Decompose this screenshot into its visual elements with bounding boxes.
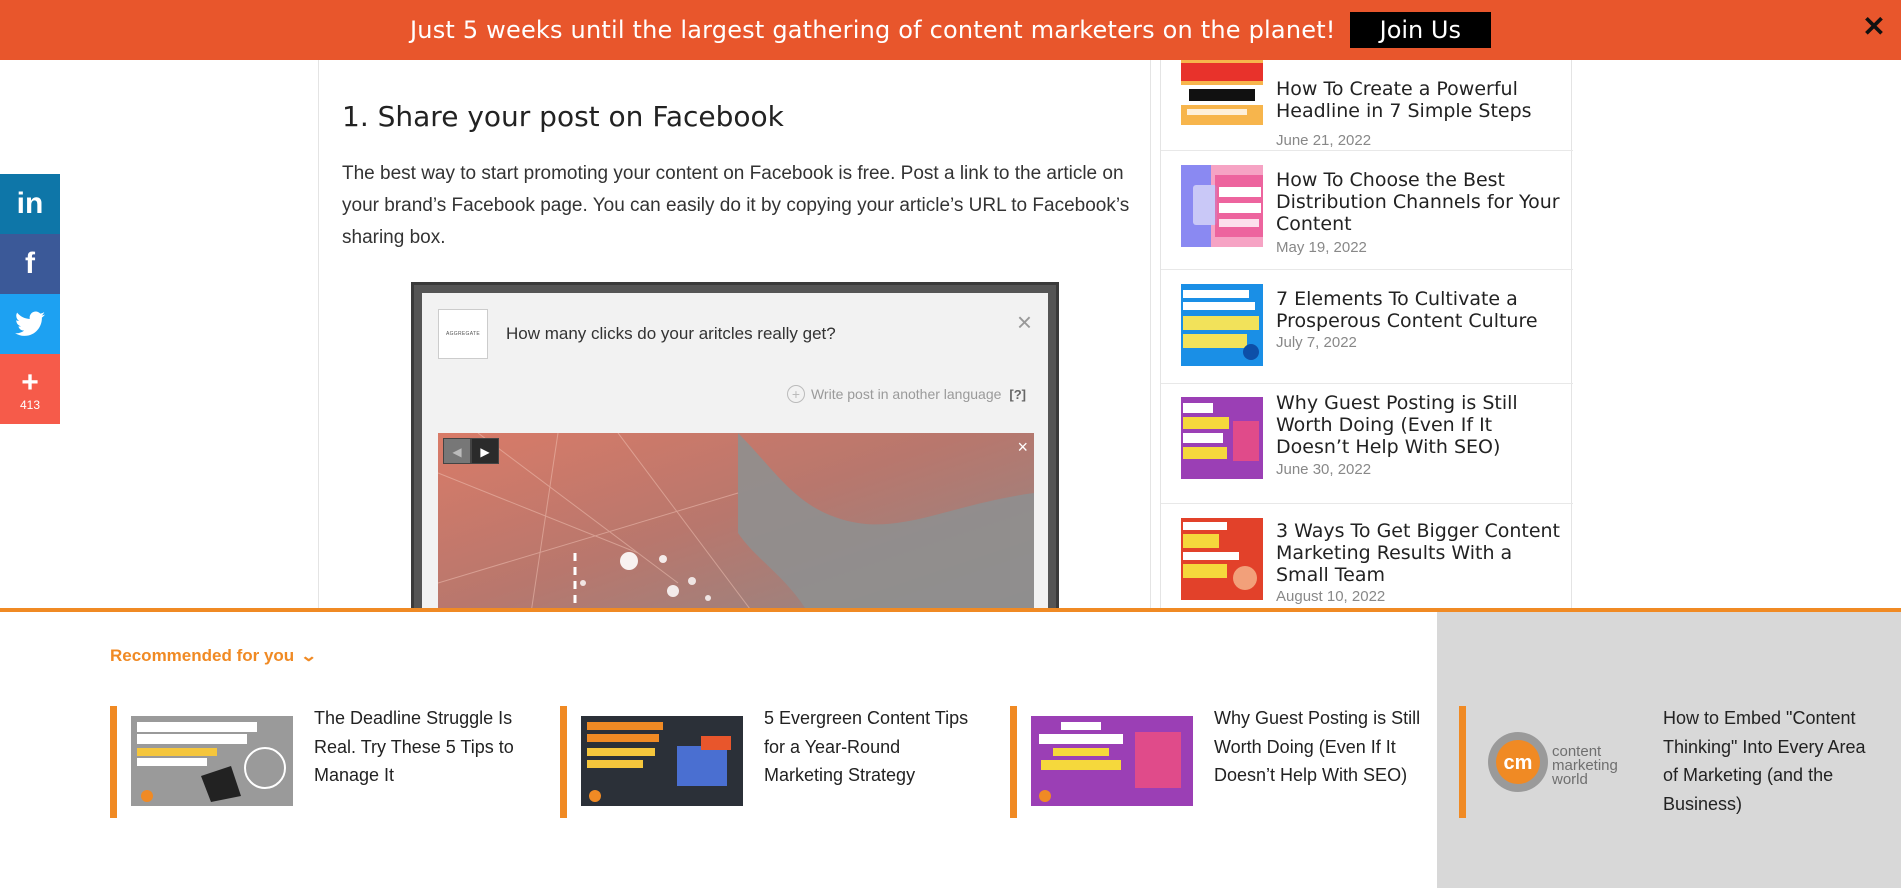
facebook-share-button[interactable]: f (0, 234, 60, 294)
post-date: July 7, 2022 (1276, 334, 1357, 351)
join-us-button[interactable]: Join Us (1349, 12, 1491, 48)
lang-link-text: Write post in another language (810, 386, 1002, 402)
close-icon: × (1016, 307, 1032, 337)
post-thumbnail[interactable] (1181, 284, 1263, 366)
evergreen-thumbnail-image (581, 716, 743, 806)
recommended-thumbnail[interactable]: cm content marketing world (1480, 716, 1642, 806)
deadline-thumbnail-image (131, 716, 293, 806)
write-in-another-language: + Write post in another language [?] (786, 385, 1026, 403)
page-logo: AGGREGATE (438, 309, 488, 359)
facebook-share-screenshot: AGGREGATE How many clicks do your aritcl… (411, 282, 1059, 622)
sidebar-post[interactable]: Why Guest Posting is Still Worth Doing (… (1161, 384, 1573, 504)
recommended-title[interactable]: How to Embed "Content Thinking" Into Eve… (1663, 704, 1873, 818)
post-title[interactable]: Why Guest Posting is Still Worth Doing (… (1276, 392, 1561, 458)
close-icon: × (1017, 437, 1028, 457)
city-map-image (438, 433, 1034, 619)
culture-thumbnail-image (1181, 284, 1263, 366)
page: 1. Share your post on Facebook The best … (0, 0, 1901, 888)
sidebar-post[interactable]: 3 Ways To Get Bigger Content Marketing R… (1161, 504, 1573, 610)
logo-wordmark-line3: world (1551, 771, 1588, 788)
link-preview-image: ◀ ▶ × (438, 433, 1034, 619)
recommended-thumbnail[interactable] (1031, 716, 1193, 806)
article-body: 1. Share your post on Facebook The best … (318, 60, 1151, 622)
social-share-bar: in f + 413 (0, 174, 60, 424)
distribution-thumbnail-image (1181, 165, 1263, 247)
post-thumbnail[interactable] (1181, 518, 1263, 600)
recommended-item[interactable]: Why Guest Posting is Still Worth Doing (… (1010, 706, 1430, 818)
help-link: [?] (1009, 387, 1026, 402)
linkedin-icon: in (16, 187, 44, 220)
recommended-thumbnail[interactable] (581, 716, 743, 806)
recommended-toggle[interactable]: Recommended for you ⌄ (110, 646, 318, 666)
post-date: August 10, 2022 (1276, 588, 1386, 605)
post-thumbnail[interactable] (1181, 397, 1263, 479)
post-date: June 21, 2022 (1276, 132, 1372, 149)
chevron-left-icon: ◀ (443, 438, 471, 464)
small-team-thumbnail-image (1181, 518, 1263, 600)
post-thumbnail[interactable] (1181, 165, 1263, 247)
post-date: May 19, 2022 (1276, 239, 1367, 256)
promo-banner: Just 5 weeks until the largest gathering… (0, 0, 1901, 60)
carousel-arrows: ◀ ▶ (443, 438, 499, 464)
post-text: How many clicks do your aritcles really … (506, 324, 836, 343)
related-posts-sidebar: How To Create a Powerful Headline in 7 S… (1160, 40, 1573, 610)
guest-posting-thumbnail-image (1031, 716, 1193, 806)
recommended-title[interactable]: The Deadline Struggle Is Real. Try These… (314, 704, 524, 790)
facebook-icon: f (25, 247, 35, 280)
post-title[interactable]: 7 Elements To Cultivate a Prosperous Con… (1276, 288, 1561, 332)
plus-circle-icon: + (786, 385, 805, 403)
recommended-panel: Recommended for you ⌄ The Deadline Strugg… (0, 608, 1901, 888)
post-title[interactable]: How To Choose the Best Distribution Chan… (1276, 169, 1561, 235)
chevron-down-icon: ⌄ (300, 648, 318, 665)
guest-posting-thumbnail-image (1181, 397, 1263, 479)
share-count: 413 (19, 398, 41, 412)
sidebar-post[interactable]: 7 Elements To Cultivate a Prosperous Con… (1161, 270, 1573, 384)
twitter-icon (15, 311, 45, 336)
recommended-item[interactable]: cm content marketing world How to Embed … (1459, 706, 1879, 818)
recommended-thumbnail[interactable] (131, 716, 293, 806)
plus-icon: + (21, 366, 39, 399)
twitter-share-button[interactable] (0, 294, 60, 354)
sidebar-post[interactable]: How To Choose the Best Distribution Chan… (1161, 151, 1573, 270)
post-title[interactable]: 3 Ways To Get Bigger Content Marketing R… (1276, 520, 1561, 586)
recommended-item[interactable]: The Deadline Struggle Is Real. Try These… (110, 706, 530, 818)
recommended-item[interactable]: 5 Evergreen Content Tips for a Year-Roun… (560, 706, 980, 818)
section-heading: 1. Share your post on Facebook (342, 100, 784, 133)
close-icon[interactable]: ✕ (1861, 12, 1887, 42)
article-paragraph: The best way to start promoting your con… (342, 163, 1130, 248)
post-title[interactable]: How To Create a Powerful Headline in 7 S… (1276, 78, 1561, 122)
recommended-heading: Recommended for you (110, 646, 295, 665)
post-date: June 30, 2022 (1276, 461, 1372, 478)
facebook-composer: AGGREGATE How many clicks do your aritcl… (422, 293, 1048, 619)
linkedin-share-button[interactable]: in (0, 174, 60, 234)
chevron-right-icon: ▶ (471, 438, 499, 464)
promo-message: Just 5 weeks until the largest gathering… (410, 16, 1336, 44)
content-marketing-world-logo: cm content marketing world (1480, 716, 1642, 806)
more-share-button[interactable]: + 413 (0, 354, 60, 424)
recommended-title[interactable]: 5 Evergreen Content Tips for a Year-Roun… (764, 704, 974, 790)
svg-text:cm: cm (1504, 752, 1533, 774)
recommended-title[interactable]: Why Guest Posting is Still Worth Doing (… (1214, 704, 1424, 790)
